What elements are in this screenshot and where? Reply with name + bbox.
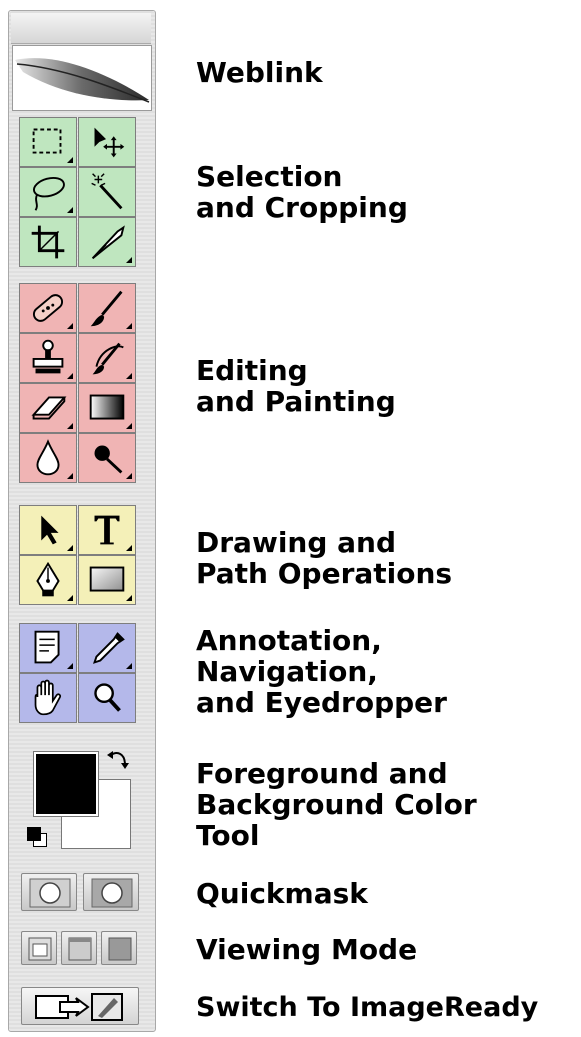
label-line: Tool <box>196 819 260 852</box>
label-line: Selection <box>196 160 343 193</box>
label-quickmask: Quickmask <box>196 877 368 910</box>
flyout-indicator <box>126 323 132 329</box>
label-line: and Painting <box>196 385 396 418</box>
flyout-indicator <box>67 373 73 379</box>
move-arrow-icon <box>94 127 125 158</box>
slice-tool[interactable] <box>78 217 136 267</box>
zoom-tool[interactable] <box>78 673 136 723</box>
gradient-tool[interactable] <box>78 383 136 433</box>
label-line: Annotation, <box>196 624 382 657</box>
flyout-indicator <box>126 545 132 551</box>
flyout-indicator <box>67 323 73 329</box>
label-weblink: Weblink <box>196 56 323 89</box>
weblink-button[interactable] <box>12 45 152 111</box>
label-line: and Cropping <box>196 191 408 224</box>
full-screen-menu-mode-button[interactable] <box>61 931 97 965</box>
full-screen-icon <box>108 937 132 961</box>
standard-mode-button[interactable] <box>21 873 77 911</box>
flyout-indicator <box>67 595 73 601</box>
magic-wand-icon <box>91 173 123 210</box>
brush-tool[interactable] <box>78 283 136 333</box>
label-selection-cropping: Selection and Cropping <box>196 161 408 223</box>
flyout-indicator <box>126 595 132 601</box>
flyout-indicator <box>126 423 132 429</box>
flyout-indicator <box>126 663 132 669</box>
palette-title-bar[interactable] <box>11 13 151 44</box>
flyout-indicator <box>67 207 73 213</box>
quickmask-icon <box>91 878 133 908</box>
dodge-tool[interactable] <box>78 433 136 483</box>
label-color-tool: Foreground and Background Color Tool <box>196 758 477 851</box>
imageready-switch-icon <box>35 993 123 1021</box>
clone-stamp-tool[interactable] <box>19 333 77 383</box>
flyout-indicator <box>67 545 73 551</box>
standard-screen-icon <box>28 937 52 961</box>
type-tool[interactable] <box>78 505 136 555</box>
full-screen-mode-button[interactable] <box>101 931 137 965</box>
flyout-indicator <box>67 473 73 479</box>
quickmask-mode-button[interactable] <box>83 873 139 911</box>
blur-tool[interactable] <box>19 433 77 483</box>
full-screen-menu-icon <box>68 937 92 961</box>
flyout-indicator <box>67 157 73 163</box>
pen-tool[interactable] <box>19 555 77 605</box>
label-drawing-path: Drawing and Path Operations <box>196 527 452 589</box>
magic-wand-tool[interactable] <box>78 167 136 217</box>
crop-icon <box>31 225 65 259</box>
foreground-color-swatch[interactable] <box>33 751 99 817</box>
crop-tool[interactable] <box>19 217 77 267</box>
label-line: Editing <box>196 354 308 387</box>
hand-icon <box>34 679 62 716</box>
rectangular-marquee-tool[interactable] <box>19 117 77 167</box>
rectangle-shape-tool[interactable] <box>78 555 136 605</box>
move-tool[interactable] <box>78 117 136 167</box>
tools-palette <box>8 10 156 1032</box>
label-switch-imageready: Switch To ImageReady <box>196 992 539 1023</box>
label-line: Path Operations <box>196 557 453 590</box>
feather-icon <box>15 58 150 103</box>
path-selection-tool[interactable] <box>19 505 77 555</box>
flyout-indicator <box>126 473 132 479</box>
magnifier-icon <box>94 683 121 712</box>
label-line: Background Color <box>196 788 477 821</box>
label-line: Foreground and <box>196 757 448 790</box>
default-colors-icon[interactable] <box>27 827 49 849</box>
switch-to-imageready-button[interactable] <box>21 987 139 1025</box>
eyedropper-tool[interactable] <box>78 623 136 673</box>
healing-brush-tool[interactable] <box>19 283 77 333</box>
hand-tool[interactable] <box>19 673 77 723</box>
notes-tool[interactable] <box>19 623 77 673</box>
standard-mask-icon <box>29 878 71 908</box>
lasso-tool[interactable] <box>19 167 77 217</box>
flyout-indicator <box>67 423 73 429</box>
label-viewing-mode: Viewing Mode <box>196 933 418 966</box>
flyout-indicator <box>67 663 73 669</box>
eraser-tool[interactable] <box>19 383 77 433</box>
label-line: and Eyedropper <box>196 686 447 719</box>
flyout-indicator <box>126 373 132 379</box>
label-annotation: Annotation, Navigation, and Eyedropper <box>196 625 447 718</box>
label-line: Drawing and <box>196 526 397 559</box>
flyout-indicator <box>126 257 132 263</box>
swap-colors-icon[interactable] <box>105 747 131 773</box>
history-brush-tool[interactable] <box>78 333 136 383</box>
label-line: Navigation, <box>196 655 378 688</box>
label-editing-painting: Editing and Painting <box>196 355 396 417</box>
standard-screen-mode-button[interactable] <box>21 931 57 965</box>
